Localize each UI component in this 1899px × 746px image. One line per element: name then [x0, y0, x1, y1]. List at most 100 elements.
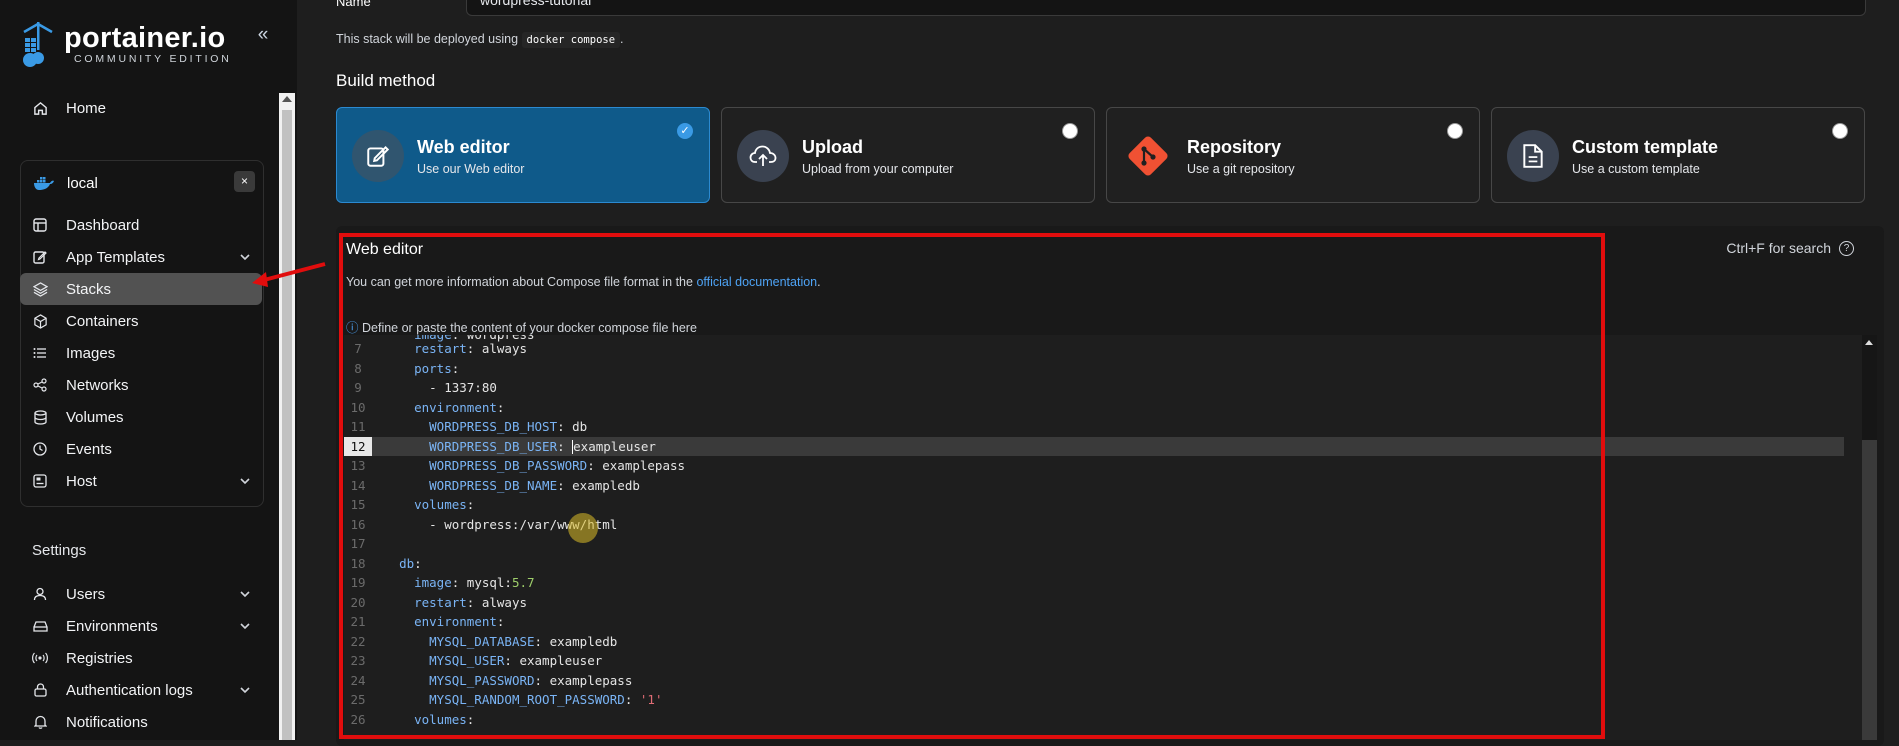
sidebar-item-authentication-logs[interactable]: Authentication logs [20, 674, 262, 706]
compose-info-text: You can get more information about Compo… [346, 275, 693, 289]
sidebar-item-label: Dashboard [66, 216, 140, 234]
hdd-icon [32, 618, 48, 634]
close-environment-button[interactable]: × [234, 171, 255, 192]
chevron-down-icon [240, 683, 250, 697]
sidebar-item-app-templates[interactable]: App Templates [20, 241, 262, 273]
home-icon [32, 100, 48, 116]
brand-name: portainer.io [64, 22, 226, 54]
share-icon [32, 377, 48, 393]
lock-icon [32, 682, 48, 698]
edit-icon [352, 130, 404, 182]
stack-name-input[interactable]: wordpress-tutorial [466, 0, 1866, 16]
search-hint-text: Ctrl+F for search [1726, 240, 1831, 256]
deploy-note-text: This stack will be deployed using [336, 32, 519, 46]
sidebar-item-label: Registries [66, 649, 133, 667]
sidebar-item-users[interactable]: Users [20, 578, 262, 610]
main-content: Name wordpress-tutorial This stack will … [316, 0, 1899, 746]
sidebar-item-label: App Templates [66, 248, 165, 266]
portainer-logo-icon [20, 20, 56, 68]
deploy-note: This stack will be deployed using docker… [336, 32, 624, 48]
sidebar-item-label: Users [66, 585, 106, 603]
sidebar-item-label: Images [66, 344, 116, 362]
server-icon [32, 473, 48, 489]
sidebar-item-label: Home [66, 99, 107, 117]
scroll-up-arrow-icon[interactable] [1865, 340, 1873, 345]
brand-edition: COMMUNITY EDITION [74, 53, 232, 65]
sidebar-item-label: Host [66, 472, 97, 490]
method-title: Upload [802, 137, 863, 157]
box-icon [32, 313, 48, 329]
method-radio[interactable] [1832, 123, 1848, 139]
sidebar-item-label: Networks [66, 376, 129, 394]
git-icon [1122, 130, 1174, 182]
code-line: 7 restart: always [354, 341, 528, 356]
official-documentation-link[interactable]: official documentation [696, 275, 817, 289]
dashboard-icon [32, 217, 48, 233]
sidebar-scrollbar[interactable] [279, 93, 295, 740]
scrollbar-thumb[interactable] [1862, 440, 1877, 740]
sidebar-item-registries[interactable]: Registries [20, 642, 262, 674]
portainer-logo[interactable]: portainer.io COMMUNITY EDITION [20, 20, 232, 68]
deploy-note-code: docker compose [521, 32, 621, 48]
method-radio[interactable] [1447, 123, 1463, 139]
sidebar-item-events[interactable]: Events [20, 433, 262, 465]
selected-check-icon: ✓ [677, 123, 693, 139]
method-subtitle: Use a custom template [1572, 162, 1700, 176]
layers-icon [32, 281, 48, 297]
compose-info-period: . [817, 275, 821, 289]
environment-name: local [67, 174, 98, 192]
mouse-cursor-highlight [568, 513, 598, 543]
sidebar-item-notifications[interactable]: Notifications [20, 706, 262, 738]
list-icon [32, 345, 48, 361]
edit-icon [32, 249, 48, 265]
user-icon [32, 586, 48, 602]
method-subtitle: Upload from your computer [802, 162, 954, 176]
collapse-sidebar-button[interactable]: « [251, 24, 275, 48]
info-icon: ⓘ [346, 321, 359, 335]
chevron-down-icon [240, 250, 250, 264]
build-method-custom-template[interactable]: Custom template Use a custom template [1491, 107, 1865, 203]
compose-info: You can get more information about Compo… [346, 275, 821, 289]
sidebar-item-stacks[interactable]: Stacks [20, 273, 262, 305]
settings-section-title: Settings [32, 542, 87, 559]
build-method-upload[interactable]: Upload Upload from your computer [721, 107, 1095, 203]
search-hint: Ctrl+F for search ? [1726, 240, 1854, 256]
help-icon[interactable]: ? [1839, 240, 1854, 256]
build-method-repository[interactable]: Repository Use a git repository [1106, 107, 1480, 203]
method-title: Repository [1187, 137, 1282, 157]
sidebar-item-home[interactable]: Home [20, 92, 262, 124]
sidebar-item-label: Events [66, 440, 112, 458]
scrollbar-thumb[interactable] [282, 110, 292, 740]
scroll-up-arrow-icon[interactable] [282, 96, 292, 102]
web-editor-panel: Web editor Ctrl+F for search ? You can g… [336, 226, 1884, 746]
method-radio[interactable] [1062, 123, 1078, 139]
method-subtitle: Use a git repository [1187, 162, 1295, 176]
chevron-down-icon [240, 619, 250, 633]
define-hint-text: Define or paste the content of your dock… [362, 321, 697, 335]
upload-cloud-icon [737, 130, 789, 182]
sidebar-item-environments[interactable]: Environments [20, 610, 262, 642]
method-title: Web editor [417, 137, 510, 157]
file-text-icon [1507, 130, 1559, 182]
sidebar-item-volumes[interactable]: Volumes [20, 401, 262, 433]
name-label: Name [336, 0, 371, 9]
clock-icon [32, 441, 48, 457]
sidebar-item-label: Containers [66, 312, 139, 330]
sidebar-item-dashboard[interactable]: Dashboard [20, 209, 262, 241]
sidebar-item-host[interactable]: Host [20, 465, 262, 497]
sidebar-item-networks[interactable]: Networks [20, 369, 262, 401]
sidebar-item-label: Environments [66, 617, 158, 635]
sidebar-item-label: Authentication logs [66, 681, 193, 699]
sidebar-item-containers[interactable]: Containers [20, 305, 262, 337]
sidebar: portainer.io COMMUNITY EDITION « Home lo… [0, 0, 297, 740]
bell-icon [32, 714, 48, 730]
sidebar-item-images[interactable]: Images [20, 337, 262, 369]
docker-icon [33, 175, 55, 191]
sidebar-item-label: Stacks [66, 280, 112, 298]
chevron-down-icon [240, 587, 250, 601]
radio-icon [32, 650, 48, 666]
build-method-web-editor[interactable]: Web editor Use our Web editor ✓ [336, 107, 710, 203]
method-subtitle: Use our Web editor [417, 162, 525, 176]
editor-scrollbar[interactable] [1862, 335, 1877, 740]
build-method-title: Build method [336, 71, 436, 90]
